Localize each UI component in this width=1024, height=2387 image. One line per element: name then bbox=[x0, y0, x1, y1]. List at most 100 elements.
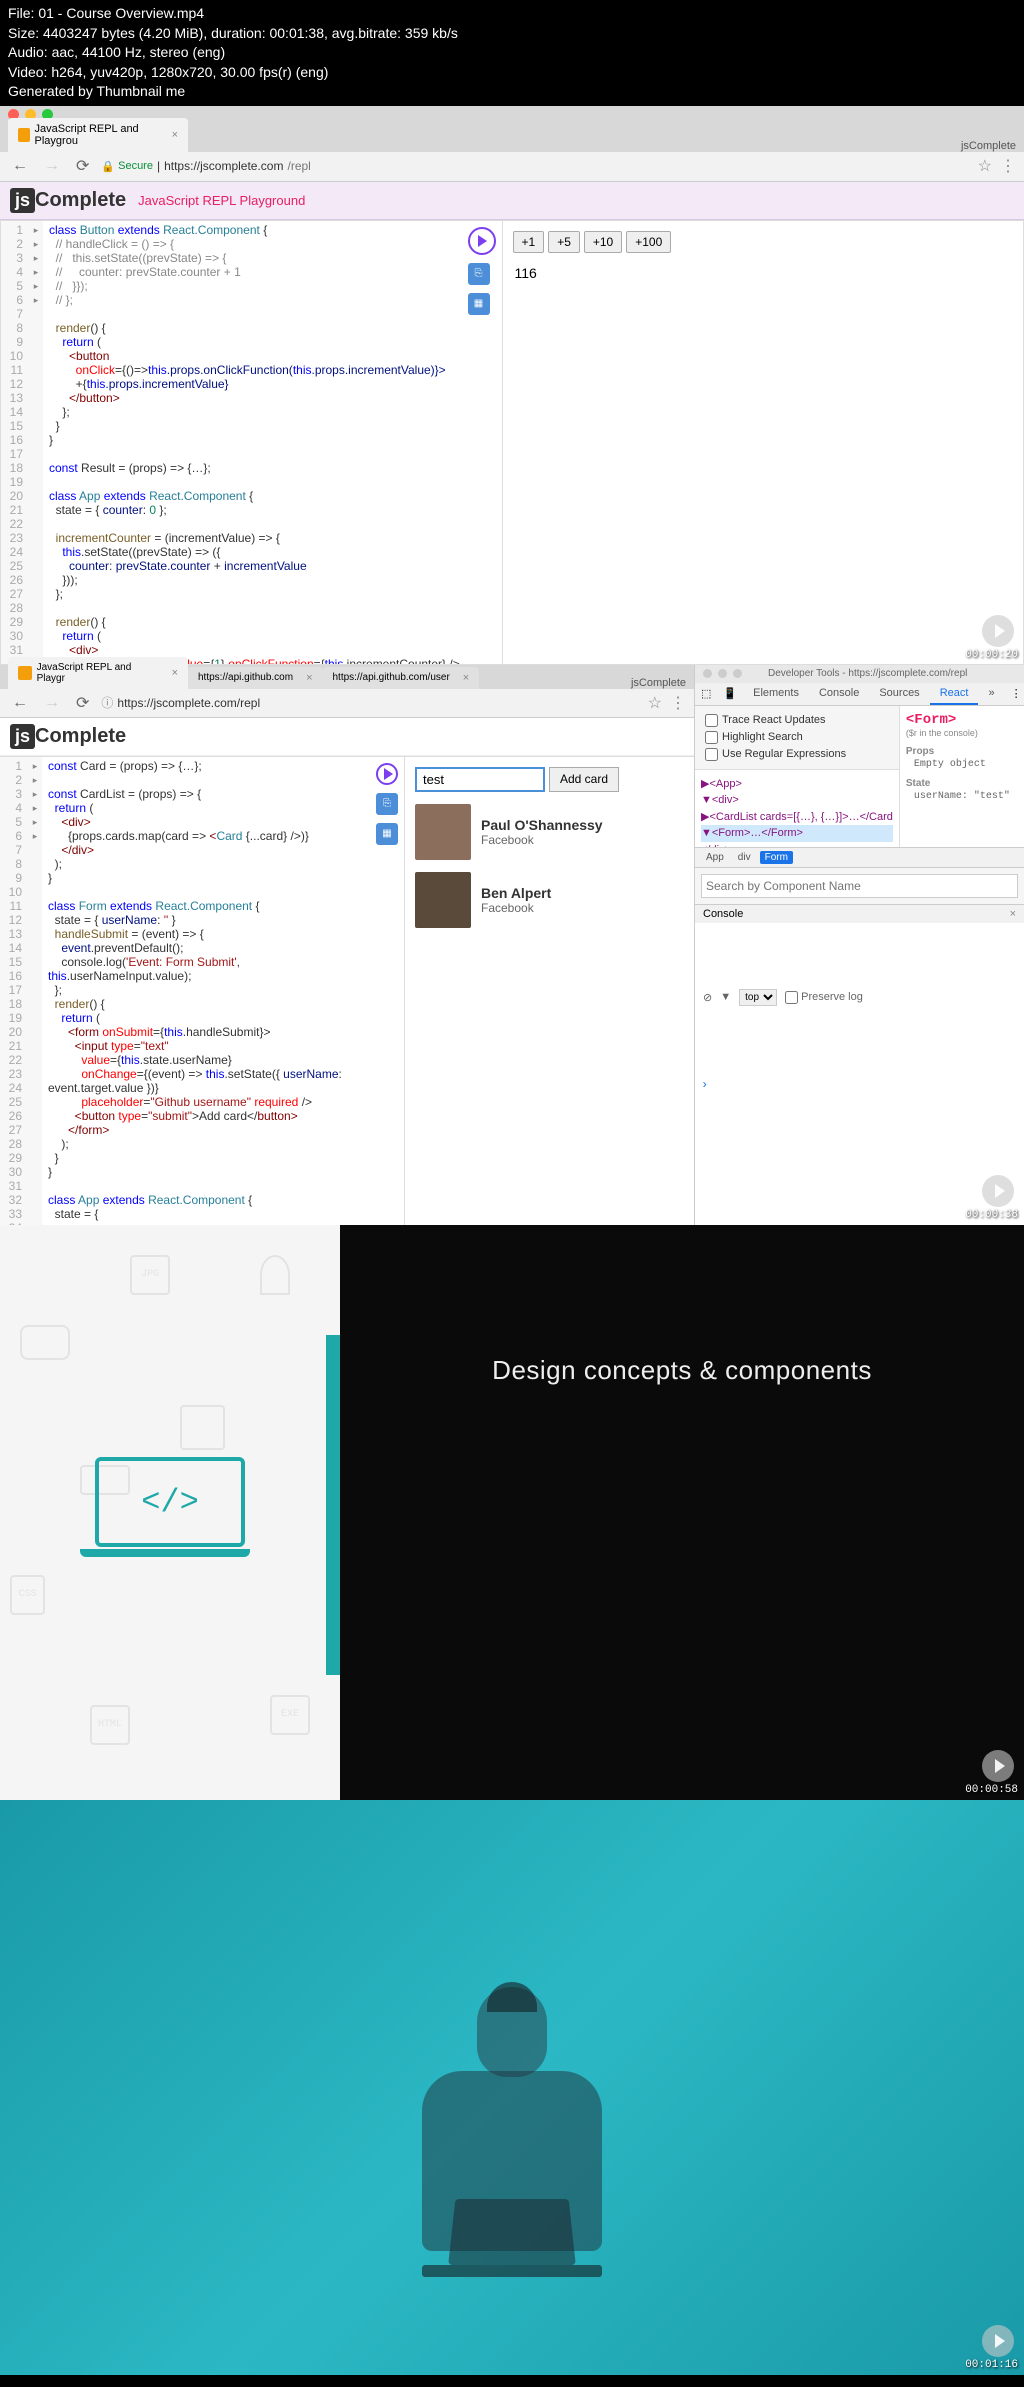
back-button[interactable]: ← bbox=[8, 157, 32, 175]
close-tab-icon[interactable]: × bbox=[172, 129, 178, 141]
devtools-tabs: ⬚ 📱 Elements Console Sources React » ⋮ bbox=[695, 683, 1024, 706]
devtools-title-bar: Developer Tools - https://jscomplete.com… bbox=[695, 665, 1024, 683]
use-regex-checkbox[interactable]: Use Regular Expressions bbox=[705, 746, 889, 763]
maximize-window-icon[interactable] bbox=[733, 669, 742, 678]
browser-tab-bar: JavaScript REPL and Playgrou × jsComplet… bbox=[0, 124, 1024, 152]
card-item: Paul O'Shannessy Facebook bbox=[415, 804, 684, 860]
react-tab[interactable]: React bbox=[930, 683, 979, 705]
close-tab-icon[interactable]: × bbox=[306, 672, 312, 684]
reload-button[interactable]: ⟳ bbox=[72, 156, 93, 176]
address-bar[interactable]: ⓘ https://jscomplete.com/repl bbox=[101, 694, 639, 711]
more-tabs[interactable]: » bbox=[978, 683, 1004, 705]
component-search bbox=[695, 867, 1024, 904]
filter-icon[interactable]: ▼ bbox=[720, 991, 731, 1003]
slide-title: Design concepts & components bbox=[492, 1355, 872, 1386]
editor-toolbar: ⎘ ▦ bbox=[468, 227, 496, 315]
reload-button[interactable]: ⟳ bbox=[72, 693, 93, 713]
jscomplete-logo[interactable]: jsComplete bbox=[10, 724, 126, 749]
page-subtitle: JavaScript REPL Playground bbox=[138, 193, 305, 208]
context-select[interactable]: top bbox=[739, 989, 777, 1006]
bookmark-icon[interactable]: ☆ bbox=[978, 156, 992, 176]
console-toolbar: ⊘ ▼ top Preserve log bbox=[695, 923, 1024, 1072]
address-bar[interactable]: 🔒 Secure | https://jscomplete.com/repl bbox=[101, 159, 969, 173]
back-button[interactable]: ← bbox=[8, 694, 32, 712]
devtools-title: Developer Tools - https://jscomplete.com… bbox=[768, 668, 967, 679]
format-icon[interactable]: ⎘ bbox=[376, 793, 398, 815]
close-tab-icon[interactable]: × bbox=[463, 672, 469, 684]
browser-tab-2[interactable]: https://api.github.com× bbox=[188, 667, 323, 689]
browser-tab[interactable]: JavaScript REPL and Playgrou × bbox=[8, 118, 188, 152]
bookmark-icon[interactable]: ☆ bbox=[648, 693, 662, 713]
devtools-menu-icon[interactable]: ⋮ bbox=[1005, 683, 1024, 705]
breadcrumb-item[interactable]: div bbox=[733, 851, 756, 864]
username-input[interactable] bbox=[415, 767, 545, 792]
play-overlay-icon[interactable] bbox=[982, 1750, 1014, 1782]
url-host: https://jscomplete.com bbox=[164, 159, 283, 173]
code-content[interactable]: class Button extends React.Component { /… bbox=[43, 221, 502, 664]
breadcrumb-item[interactable]: App bbox=[701, 851, 729, 864]
increment-button-row: +1 +5 +10 +100 bbox=[513, 231, 1014, 253]
play-overlay-icon[interactable] bbox=[982, 615, 1014, 647]
plus-1-button[interactable]: +1 bbox=[513, 231, 545, 253]
image-icon[interactable]: ▦ bbox=[376, 823, 398, 845]
selected-component: <Form> bbox=[906, 712, 1018, 728]
image-icon[interactable]: ▦ bbox=[468, 293, 490, 315]
forward-button[interactable]: → bbox=[40, 157, 64, 175]
device-icon[interactable]: 📱 bbox=[717, 683, 743, 705]
forward-button[interactable]: → bbox=[40, 694, 64, 712]
url-path: /repl bbox=[287, 159, 310, 173]
brand-label: jsComplete bbox=[961, 140, 1016, 152]
laptop-icon: </> bbox=[90, 1457, 250, 1567]
plus-10-button[interactable]: +10 bbox=[584, 231, 622, 253]
avatar bbox=[415, 804, 471, 860]
close-tab-icon[interactable]: × bbox=[172, 667, 178, 679]
component-tree[interactable]: ▶<App> ▼<div> ▶<CardList cards=[{…}, {…}… bbox=[695, 770, 899, 847]
state-heading: State bbox=[906, 778, 1018, 789]
browser-tab-1[interactable]: JavaScript REPL and Playgr× bbox=[8, 657, 188, 689]
console-tab[interactable]: Console bbox=[809, 683, 869, 705]
preserve-log-checkbox[interactable]: Preserve log bbox=[785, 991, 863, 1004]
thumbnail-frame-3: JPG CSS HTML EXE </> Design concepts & c… bbox=[0, 1225, 1024, 1800]
card-subtitle: Facebook bbox=[481, 833, 603, 847]
trace-updates-checkbox[interactable]: Trace React Updates bbox=[705, 712, 889, 729]
search-input[interactable] bbox=[701, 874, 1018, 898]
run-button[interactable] bbox=[376, 763, 398, 785]
repl-output: +1 +5 +10 +100 116 bbox=[503, 221, 1024, 664]
play-overlay-icon[interactable] bbox=[982, 1175, 1014, 1207]
jscomplete-logo[interactable]: jsComplete bbox=[10, 188, 126, 213]
slide-graphic-panel: JPG CSS HTML EXE </> bbox=[0, 1225, 340, 1800]
console-note: ($r in the console) bbox=[906, 728, 1018, 738]
menu-icon[interactable]: ⋮ bbox=[670, 693, 686, 713]
highlight-search-checkbox[interactable]: Highlight Search bbox=[705, 729, 889, 746]
sources-tab[interactable]: Sources bbox=[869, 683, 929, 705]
plus-100-button[interactable]: +100 bbox=[626, 231, 671, 253]
favicon-icon bbox=[18, 128, 30, 142]
state-value: userName: "test" bbox=[906, 791, 1018, 802]
card-subtitle: Facebook bbox=[481, 901, 551, 915]
menu-icon[interactable]: ⋮ bbox=[1000, 156, 1016, 176]
timestamp-label: 00:00:20 bbox=[965, 649, 1018, 661]
code-editor[interactable]: 1234567891011121314151617181920212223242… bbox=[1, 221, 503, 664]
run-button[interactable] bbox=[468, 227, 496, 255]
timestamp-label: 00:00:58 bbox=[965, 1784, 1018, 1796]
card-name: Paul O'Shannessy bbox=[481, 817, 603, 833]
address-bar-row: ← → ⟳ 🔒 Secure | https://jscomplete.com/… bbox=[0, 152, 1024, 182]
close-console-icon[interactable]: × bbox=[1010, 908, 1016, 920]
browser-tab-3[interactable]: https://api.github.com/user× bbox=[323, 667, 480, 689]
minimize-window-icon[interactable] bbox=[718, 669, 727, 678]
component-breadcrumb: App div Form bbox=[695, 847, 1024, 867]
devtools-panel: Developer Tools - https://jscomplete.com… bbox=[694, 665, 1024, 1225]
add-card-button[interactable]: Add card bbox=[549, 767, 619, 792]
clear-console-icon[interactable]: ⊘ bbox=[703, 991, 712, 1004]
play-overlay-icon[interactable] bbox=[982, 2325, 1014, 2357]
thumbnail-frame-4: 00:01:16 bbox=[0, 1800, 1024, 2375]
browser-tab-bar: JavaScript REPL and Playgr× https://api.… bbox=[0, 665, 694, 689]
card-name: Ben Alpert bbox=[481, 885, 551, 901]
console-prompt[interactable]: › bbox=[695, 1072, 1024, 1225]
inspect-icon[interactable]: ⬚ bbox=[695, 683, 717, 705]
plus-5-button[interactable]: +5 bbox=[548, 231, 580, 253]
close-window-icon[interactable] bbox=[703, 669, 712, 678]
format-icon[interactable]: ⎘ bbox=[468, 263, 490, 285]
breadcrumb-item[interactable]: Form bbox=[760, 851, 793, 864]
elements-tab[interactable]: Elements bbox=[743, 683, 809, 705]
